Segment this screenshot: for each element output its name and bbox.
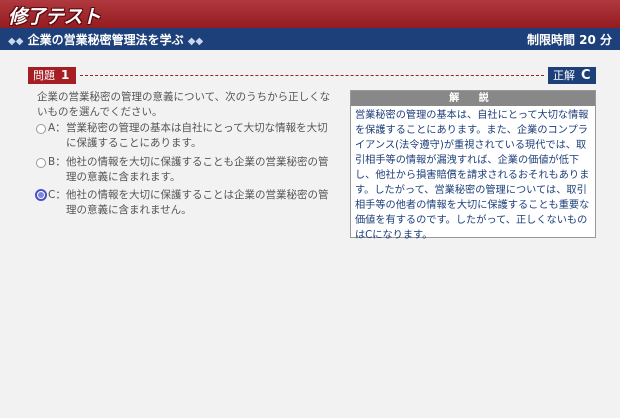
- question-number: 1: [61, 68, 70, 82]
- time-limit: 制限時間 20 分: [526, 33, 612, 47]
- app-title: 修了テスト: [8, 6, 101, 28]
- divider: [80, 75, 544, 76]
- diamond-icon: ◆◆: [8, 36, 24, 47]
- answer-badge: 正解 C: [548, 67, 596, 84]
- radio-button-selected[interactable]: [35, 189, 47, 201]
- question-bar: 問題 1 正解 C: [28, 67, 596, 85]
- choice-text: 営業秘密の管理の基本は自社にとって大切な情報を大切に保護することにあります。: [66, 122, 328, 149]
- answer-value: C: [581, 68, 591, 83]
- course-bar: ◆◆ 企業の営業秘密管理法を学ぶ ◆◆ 制限時間 20 分: [0, 28, 620, 50]
- diamond-icon: ◆◆: [187, 36, 204, 47]
- question-label: 問題: [33, 69, 55, 82]
- course-title: 企業の営業秘密管理法を学ぶ: [27, 33, 184, 47]
- choice-letter: C：: [48, 189, 66, 201]
- app-header: 修了テスト: [0, 0, 620, 28]
- question-text: 企業の営業秘密の管理の意義について、次のうちから正しくないものを選んでください。: [37, 91, 331, 118]
- explanation-title: 解 説: [351, 91, 595, 106]
- radio-button[interactable]: [36, 124, 46, 134]
- choice-letter: A：: [48, 122, 66, 134]
- question-badge: 問題 1: [28, 67, 76, 84]
- explanation-panel: 解 説 営業秘密の管理の基本は、自社にとって大切な情報を保護することにあります。…: [350, 90, 596, 241]
- explanation-body: 営業秘密の管理の基本は、自社にとって大切な情報を保護することにあります。また、企…: [355, 110, 590, 241]
- choice-text: 他社の情報を大切に保護することは企業の営業秘密の管理の意義に含まれません。: [66, 189, 329, 216]
- choice-letter: B：: [48, 156, 66, 168]
- answer-label: 正解: [553, 69, 575, 82]
- course-title-group: ◆◆ 企業の営業秘密管理法を学ぶ ◆◆: [8, 31, 203, 48]
- choice-text: 他社の情報を大切に保護することも企業の営業秘密の管理の意義に含まれます。: [66, 156, 329, 183]
- radio-button[interactable]: [36, 158, 46, 168]
